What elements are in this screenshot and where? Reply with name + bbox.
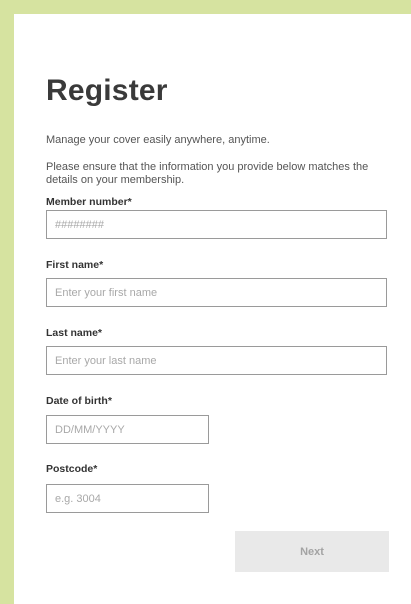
member-number-label: Member number* (46, 196, 132, 208)
instruction-text: Please ensure that the information you p… (46, 161, 369, 186)
last-name-field[interactable] (46, 346, 387, 375)
date-of-birth-field[interactable] (46, 415, 209, 444)
first-name-label: First name* (46, 259, 104, 271)
next-button[interactable]: Next (235, 531, 389, 572)
member-number-field[interactable] (46, 210, 387, 239)
intro-text: Manage your cover easily anywhere, anyti… (46, 134, 270, 146)
first-name-field[interactable] (46, 278, 387, 307)
last-name-label: Last name* (46, 327, 103, 339)
postcode-label: Postcode* (46, 463, 98, 475)
date-of-birth-label: Date of birth* (46, 395, 112, 407)
register-card: Register Manage your cover easily anywhe… (14, 14, 411, 604)
postcode-field[interactable] (46, 484, 209, 513)
page-title: Register (46, 74, 168, 107)
